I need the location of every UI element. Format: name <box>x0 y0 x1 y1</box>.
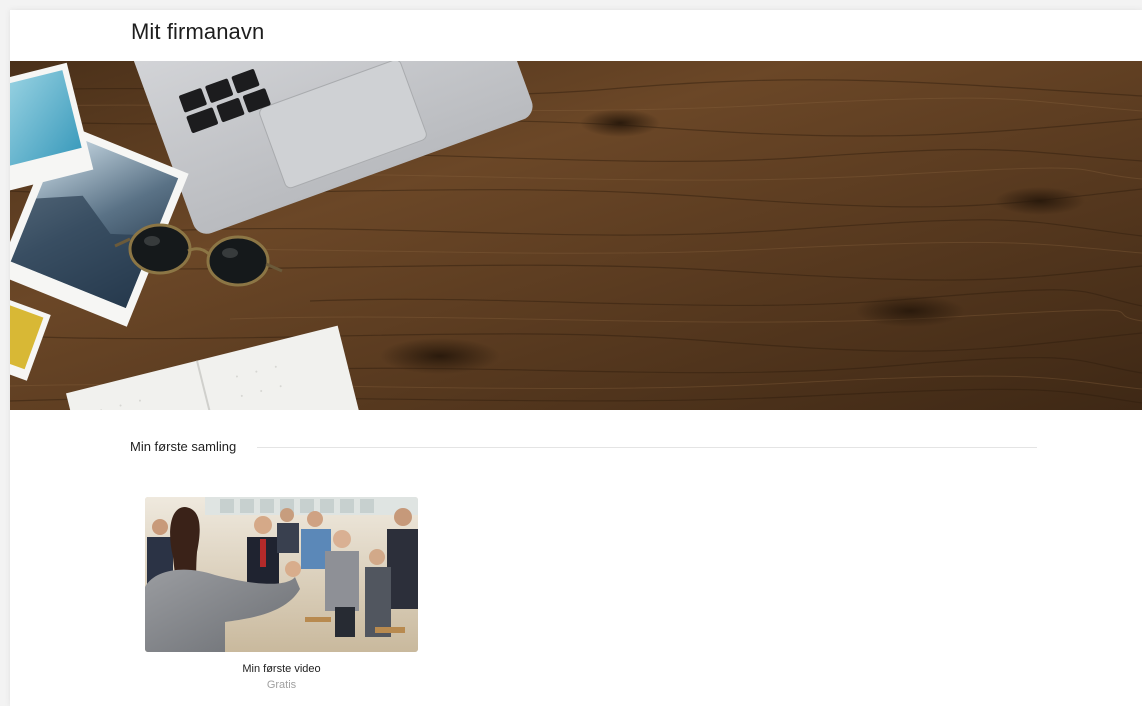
hero-banner-image <box>10 61 1142 410</box>
video-title[interactable]: Min første video <box>145 663 418 675</box>
site-title[interactable]: Mit firmanavn <box>131 19 264 45</box>
video-card[interactable]: Min første video Gratis <box>145 497 418 691</box>
video-price: Gratis <box>266 679 297 691</box>
page: Mit firmanavn Min første samling Min før… <box>10 10 1142 706</box>
video-thumbnail[interactable] <box>145 497 418 652</box>
collection-heading: Min første samling <box>130 439 237 454</box>
site-header: Mit firmanavn <box>10 10 1142 61</box>
divider <box>257 447 1037 448</box>
